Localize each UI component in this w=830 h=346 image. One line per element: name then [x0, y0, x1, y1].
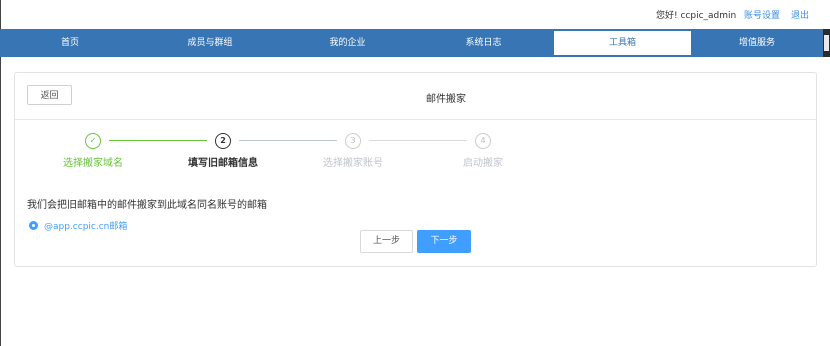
- radio-selected-icon[interactable]: [29, 221, 38, 230]
- step-number: 3: [345, 133, 361, 149]
- panel-header: 返回 邮件搬家: [15, 73, 816, 120]
- step-select-accounts: 3 选择搬家账号: [298, 133, 408, 173]
- check-icon: ✓: [85, 133, 101, 149]
- step-old-mailbox-info: 2 填写旧邮箱信息: [168, 133, 278, 173]
- nav-item-value-added-services[interactable]: 增值服务: [691, 29, 823, 57]
- back-button[interactable]: 返回: [27, 85, 72, 105]
- nav-item-home[interactable]: 首页: [0, 29, 140, 57]
- previous-step-button[interactable]: 上一步: [360, 230, 413, 253]
- step-start-migration: 4 启动搬家: [428, 133, 538, 173]
- nav-item-my-enterprise[interactable]: 我的企业: [280, 29, 415, 57]
- step-label: 选择搬家域名: [63, 158, 123, 169]
- step-label: 填写旧邮箱信息: [188, 158, 258, 169]
- scrollbar[interactable]: [823, 29, 830, 57]
- user-greeting: 您好! ccpic_admin: [656, 11, 737, 21]
- nav-item-members-groups[interactable]: 成员与群组: [140, 29, 280, 57]
- step-label: 启动搬家: [463, 158, 503, 169]
- top-bar: 您好! ccpic_admin 账号设置 退出: [0, 0, 830, 28]
- page-title: 邮件搬家: [426, 94, 466, 105]
- step-select-domain: ✓ 选择搬家域名: [38, 133, 148, 173]
- account-settings-link[interactable]: 账号设置: [744, 8, 780, 21]
- migration-description: 我们会把旧邮箱中的邮件搬家到此域名同名账号的邮箱: [27, 200, 267, 211]
- radio-label: @app.ccpic.cn邮箱: [44, 222, 128, 232]
- nav-item-system-logs[interactable]: 系统日志: [415, 29, 552, 57]
- next-step-button[interactable]: 下一步: [417, 230, 471, 253]
- step-label: 选择搬家账号: [323, 158, 383, 169]
- scrollbar-thumb[interactable]: [824, 35, 829, 51]
- main-nav: 首页 成员与群组 我的企业 系统日志 工具箱 增值服务: [0, 29, 830, 57]
- nav-item-toolbox[interactable]: 工具箱: [554, 31, 691, 55]
- step-number: 2: [215, 133, 231, 149]
- step-number: 4: [475, 133, 491, 149]
- mail-migration-panel: 返回 邮件搬家 ✓ 选择搬家域名 2 填写旧邮箱信息 3 选择搬家账号 4 启动…: [14, 72, 817, 267]
- logout-link[interactable]: 退出: [791, 8, 809, 21]
